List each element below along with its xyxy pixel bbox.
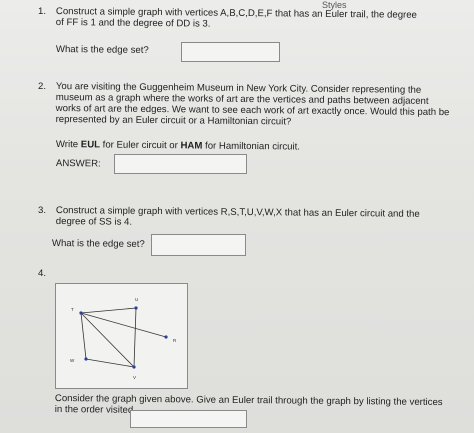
q4-text: Consider the graph given above. Give an … (55, 393, 443, 419)
q2-answer-input[interactable] (114, 154, 247, 174)
edge-t-u (80, 307, 137, 314)
q1-text: Construct a simple graph with vertices A… (56, 6, 417, 32)
edge-t-w (80, 312, 87, 360)
eul-label: EUL (80, 139, 101, 151)
vertex-t (79, 311, 83, 315)
graph-figure: T U R W V (55, 283, 188, 389)
vertex-v (132, 365, 136, 369)
ham-label: HAM (180, 140, 203, 152)
q1-answer-input[interactable] (181, 42, 280, 62)
vertex-w (84, 357, 88, 361)
q2-instruction: Write EUL for Euler circuit or HAM for H… (55, 139, 301, 153)
q3-prompt: What is the edge set? (51, 238, 145, 250)
q4-answer-input[interactable] (130, 410, 247, 428)
vertex-label-u: U (135, 297, 138, 302)
vertex-u (134, 306, 138, 310)
q1-number: 1. (38, 6, 47, 17)
document-page: Styles 1. Construct a simple graph with … (0, 0, 474, 433)
q3-number: 3. (38, 205, 47, 216)
vertex-label-w: W (70, 358, 75, 363)
edge-t-v (80, 312, 135, 368)
vertex-r (164, 335, 168, 339)
vertex-label-r: R (173, 338, 177, 343)
q3-text: Construct a simple graph with vertices R… (56, 205, 420, 231)
vertex-label-v: V (133, 375, 136, 380)
q3-answer-input[interactable] (151, 234, 246, 256)
q2-answer-label: ANSWER: (55, 158, 101, 170)
vertex-label-t: T (71, 307, 74, 312)
edge-u-v (133, 307, 137, 368)
q2-number: 2. (38, 81, 47, 92)
edge-t-r (80, 312, 167, 338)
q2-text: You are visiting the Guggenheim Museum i… (56, 81, 450, 129)
q4-number: 4. (38, 268, 47, 279)
q1-prompt: What is the edge set? (55, 44, 149, 56)
graph-svg: T U R W V (70, 297, 177, 380)
